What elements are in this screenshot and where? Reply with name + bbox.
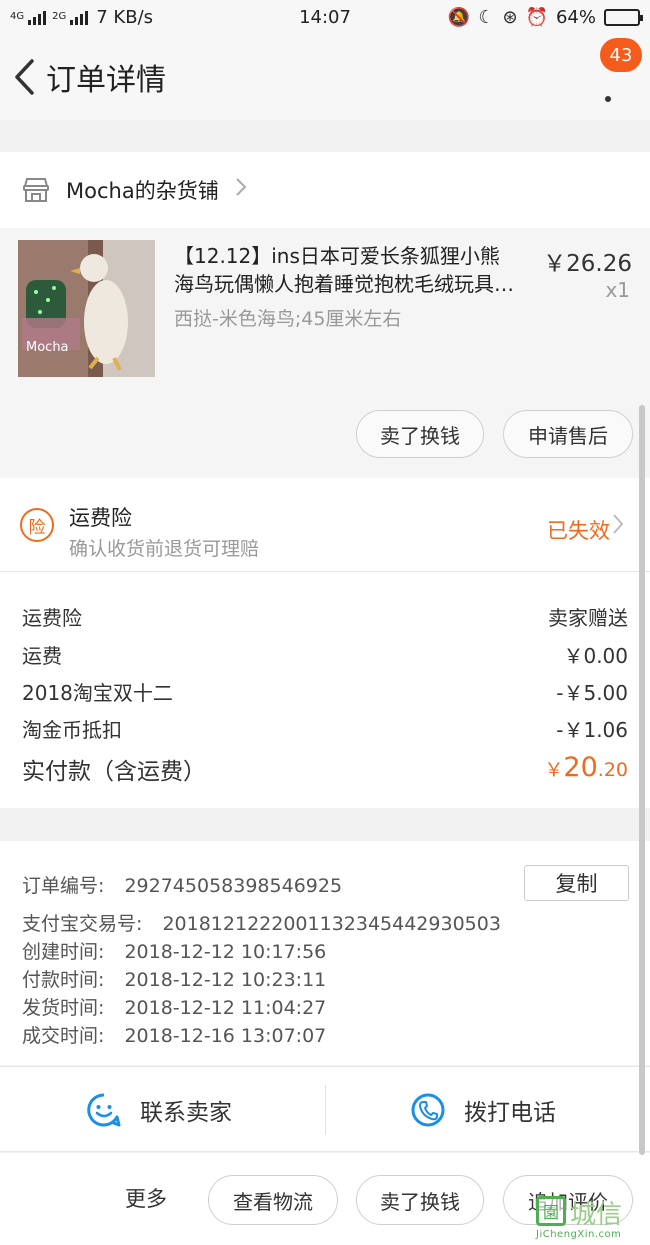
- alipay-number-label: 支付宝交易号:: [22, 913, 143, 935]
- chevron-left-icon: [15, 59, 34, 95]
- product-sku: 西挞-米色海鸟;45厘米左右: [174, 308, 402, 330]
- fee-summary: 运费险 卖家赠送 运费 ￥0.00 2018淘宝双十二 -￥5.00 淘金币抵扣…: [0, 572, 650, 808]
- created-time-label: 创建时间:: [22, 941, 105, 963]
- shipping-insurance-row[interactable]: 险 运费险 确认收货前退货可理赔 已失效: [0, 478, 650, 572]
- chat-smile-icon: [87, 1093, 121, 1127]
- fee-label: 2018淘宝双十二: [22, 681, 173, 705]
- sell-for-cash-bottom-button[interactable]: 卖了换钱: [356, 1175, 484, 1225]
- product-thumbnail[interactable]: Mocha: [18, 240, 155, 377]
- network-indicator-2: 2G: [52, 12, 66, 22]
- mute-icon: 🔕: [447, 6, 471, 28]
- fee-row-insurance: 运费险 卖家赠送: [22, 602, 628, 631]
- shipped-time: 2018-12-12 11:04:27: [124, 997, 327, 1019]
- more-menu-button[interactable]: [596, 72, 620, 102]
- battery-percent: 64%: [555, 6, 596, 28]
- product-price: ￥26.26: [543, 251, 632, 277]
- fee-row-shipping: 运费 ￥0.00: [22, 640, 628, 669]
- site-watermark: 園 城信 JiChengXin.com: [530, 1192, 648, 1244]
- total-integer: 20: [563, 752, 598, 783]
- more-dots-icon: [605, 96, 611, 102]
- order-number: 292745058398546925: [124, 875, 343, 897]
- paid-time: 2018-12-12 10:23:11: [124, 969, 327, 991]
- shop-row[interactable]: Mocha的杂货铺: [0, 152, 650, 228]
- paid-time-label: 付款时间:: [22, 969, 105, 991]
- fee-value: -￥1.06: [556, 718, 628, 742]
- rotation-lock-icon: ⊛: [502, 6, 518, 28]
- created-time-row: 创建时间: 2018-12-12 10:17:56: [22, 937, 326, 964]
- call-phone-button[interactable]: 拨打电话: [410, 1067, 556, 1153]
- signal-2g-icon: [70, 9, 89, 25]
- watermark-logo-icon: 園: [536, 1196, 566, 1226]
- copy-button[interactable]: 复制: [524, 865, 629, 901]
- closed-time-row: 成交时间: 2018-12-16 13:07:07: [22, 1021, 326, 1048]
- chevron-right-icon: [235, 177, 247, 203]
- battery-icon: [604, 8, 643, 26]
- back-button[interactable]: [2, 34, 46, 120]
- total-label: 实付款（含运费）: [22, 759, 206, 785]
- product-title-line2: 海鸟玩偶懒人抱着睡觉抱枕毛绒玩具…: [174, 272, 514, 296]
- shipped-time-row: 发货时间: 2018-12-12 11:04:27: [22, 993, 326, 1020]
- insurance-icon: 险: [20, 508, 54, 542]
- created-time: 2018-12-12 10:17:56: [124, 941, 327, 963]
- watermark-url: JiChengXin.com: [536, 1229, 622, 1240]
- thumbnail-watermark: Mocha: [26, 340, 69, 355]
- product-quantity: x1: [605, 278, 630, 302]
- more-actions-button[interactable]: 更多: [125, 1183, 167, 1213]
- order-number-row: 订单编号: 292745058398546925: [22, 871, 342, 898]
- page-title: 订单详情: [46, 63, 166, 98]
- network-indicator: 4G: [10, 12, 24, 22]
- order-item-card[interactable]: Mocha 【12.12】ins日本可爱长条狐狸小熊 海鸟玩偶懒人抱着睡觉抱枕毛…: [0, 228, 650, 478]
- divider: [325, 1085, 326, 1135]
- order-info: 订单编号: 292745058398546925 复制 支付宝交易号: 2018…: [0, 841, 650, 1065]
- total-currency: ￥: [544, 759, 564, 781]
- store-icon: [23, 178, 49, 202]
- fee-value: -￥5.00: [556, 681, 628, 705]
- alipay-number: 2018121222001132345442930503: [162, 913, 501, 935]
- fee-label: 运费险: [22, 606, 82, 630]
- watermark-text: 城信: [570, 1200, 623, 1230]
- call-phone-label: 拨打电话: [464, 1100, 556, 1126]
- view-logistics-button[interactable]: 查看物流: [208, 1175, 338, 1225]
- net-4g-label: 4G: [10, 11, 25, 22]
- sell-for-cash-button[interactable]: 卖了换钱: [356, 410, 484, 458]
- navigation-bar: 订单详情 43: [0, 34, 650, 120]
- contact-seller-label: 联系卖家: [140, 1100, 232, 1126]
- fee-value: ￥0.00: [563, 644, 628, 668]
- after-sale-button[interactable]: 申请售后: [503, 410, 633, 458]
- phone-icon: [411, 1093, 445, 1127]
- closed-time: 2018-12-16 13:07:07: [124, 1025, 327, 1047]
- total-paid-row: 实付款（含运费） ￥20.20: [22, 752, 628, 786]
- alipay-number-row: 支付宝交易号: 2018121222001132345442930503: [22, 909, 501, 936]
- paid-time-row: 付款时间: 2018-12-12 10:23:11: [22, 965, 326, 992]
- fee-label: 运费: [22, 644, 62, 668]
- fee-value: 卖家赠送: [548, 606, 628, 630]
- order-number-label: 订单编号:: [22, 875, 105, 897]
- total-amount: ￥20.20: [544, 752, 628, 786]
- chevron-right-icon: [612, 513, 624, 541]
- scrollbar[interactable]: [639, 405, 645, 1155]
- message-count-badge[interactable]: 43: [600, 38, 642, 72]
- fee-row-discount: 2018淘宝双十二 -￥5.00: [22, 677, 628, 706]
- product-title-line1: 【12.12】ins日本可爱长条狐狸小熊: [174, 244, 500, 268]
- contact-seller-button[interactable]: 联系卖家: [86, 1067, 232, 1153]
- moon-icon: ☾: [478, 6, 495, 28]
- closed-time-label: 成交时间:: [22, 1025, 105, 1047]
- network-speed: 7 KB/s: [96, 6, 154, 28]
- status-right: 🔕 ☾ ⊛ ⏰ 64%: [447, 6, 643, 28]
- contact-bar: 联系卖家 拨打电话: [0, 1066, 650, 1152]
- shipped-time-label: 发货时间:: [22, 997, 105, 1019]
- insurance-status: 已失效: [547, 519, 610, 543]
- signal-4g-icon: [28, 9, 47, 25]
- alarm-icon: ⏰: [525, 6, 548, 28]
- status-bar: 4G 2G 7 KB/s 14:07 🔕 ☾ ⊛ ⏰ 64%: [0, 0, 650, 34]
- shop-name: Mocha的杂货铺: [66, 179, 219, 203]
- fee-label: 淘金币抵扣: [22, 718, 122, 742]
- insurance-subtitle: 确认收货前退货可理赔: [69, 538, 260, 560]
- total-decimal: .20: [597, 759, 628, 781]
- insurance-title: 运费险: [69, 506, 132, 530]
- fee-row-coins: 淘金币抵扣 -￥1.06: [22, 714, 628, 743]
- product-title[interactable]: 【12.12】ins日本可爱长条狐狸小熊 海鸟玩偶懒人抱着睡觉抱枕毛绒玩具…: [174, 242, 544, 298]
- net-2g-label: 2G: [52, 11, 67, 22]
